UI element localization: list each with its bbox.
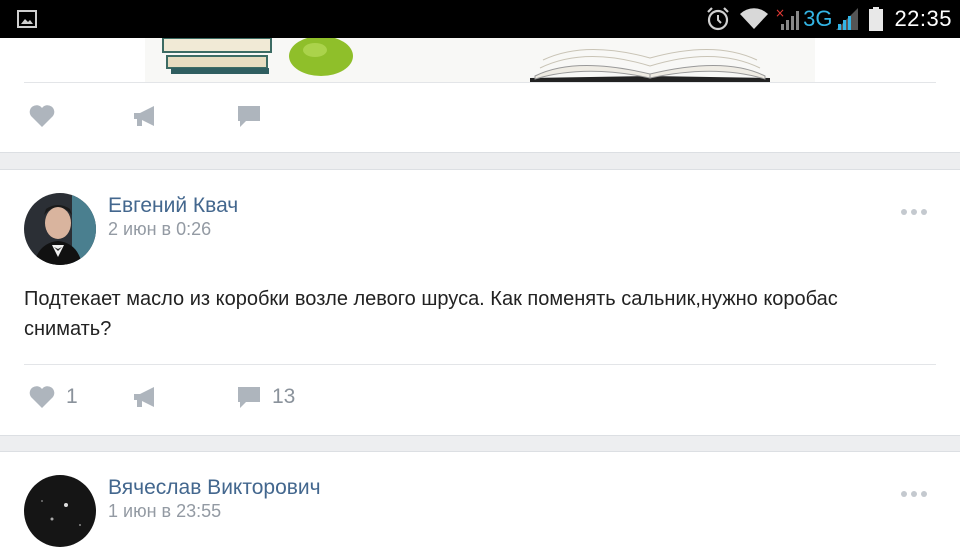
avatar-photo [24,475,96,547]
megaphone-icon [134,106,154,126]
dot-icon [911,491,917,497]
post-card: Евгений Квач 2 июн в 0:26 Подтекает масл… [0,169,960,436]
dot-icon [921,209,927,215]
post-author[interactable]: Евгений Квач [108,194,238,218]
comment-button[interactable]: 13 [236,385,295,409]
post-card: Вячеслав Викторович 1 июн в 23:55 [0,451,960,552]
battery-icon [869,7,884,31]
divider [24,364,936,365]
wifi-icon [740,8,769,30]
like-count: 1 [66,385,78,408]
avatar[interactable] [24,193,96,265]
heart-icon [29,105,55,127]
megaphone-icon [134,387,154,407]
post-author[interactable]: Вячеслав Викторович [108,476,321,500]
comment-icon [238,387,260,408]
signal-icon: × [775,6,800,30]
avatar[interactable] [24,475,96,547]
dot-icon [901,209,907,215]
avatar-photo [24,193,96,265]
post-date[interactable]: 1 июн в 23:55 [108,501,221,522]
status-bar: × 3G 22:35 [0,0,960,38]
comment-button[interactable] [236,104,272,128]
signal-bars-icon [836,8,859,30]
heart-icon [29,386,55,408]
svg-text:×: × [775,6,785,20]
more-options-button[interactable] [901,208,927,216]
share-button[interactable] [132,385,158,409]
share-button[interactable] [132,104,158,128]
dot-icon [921,491,927,497]
post-text: Подтекает масло из коробки возле левого … [24,288,838,340]
clock: 22:35 [894,6,952,31]
more-options-button[interactable] [901,490,927,498]
dot-icon [911,209,917,215]
network-type: 3G [803,6,833,31]
alarm-icon [707,7,729,31]
comment-count: 13 [272,385,296,408]
like-button[interactable]: 1 [28,385,78,409]
post-date[interactable]: 2 июн в 0:26 [108,219,211,240]
like-button[interactable] [28,104,66,128]
post-image[interactable] [145,38,815,82]
comment-icon [238,106,260,127]
divider [24,82,936,83]
dot-icon [901,491,907,497]
post-card [0,38,960,153]
books-illustration [162,38,770,82]
image-icon [17,10,37,28]
